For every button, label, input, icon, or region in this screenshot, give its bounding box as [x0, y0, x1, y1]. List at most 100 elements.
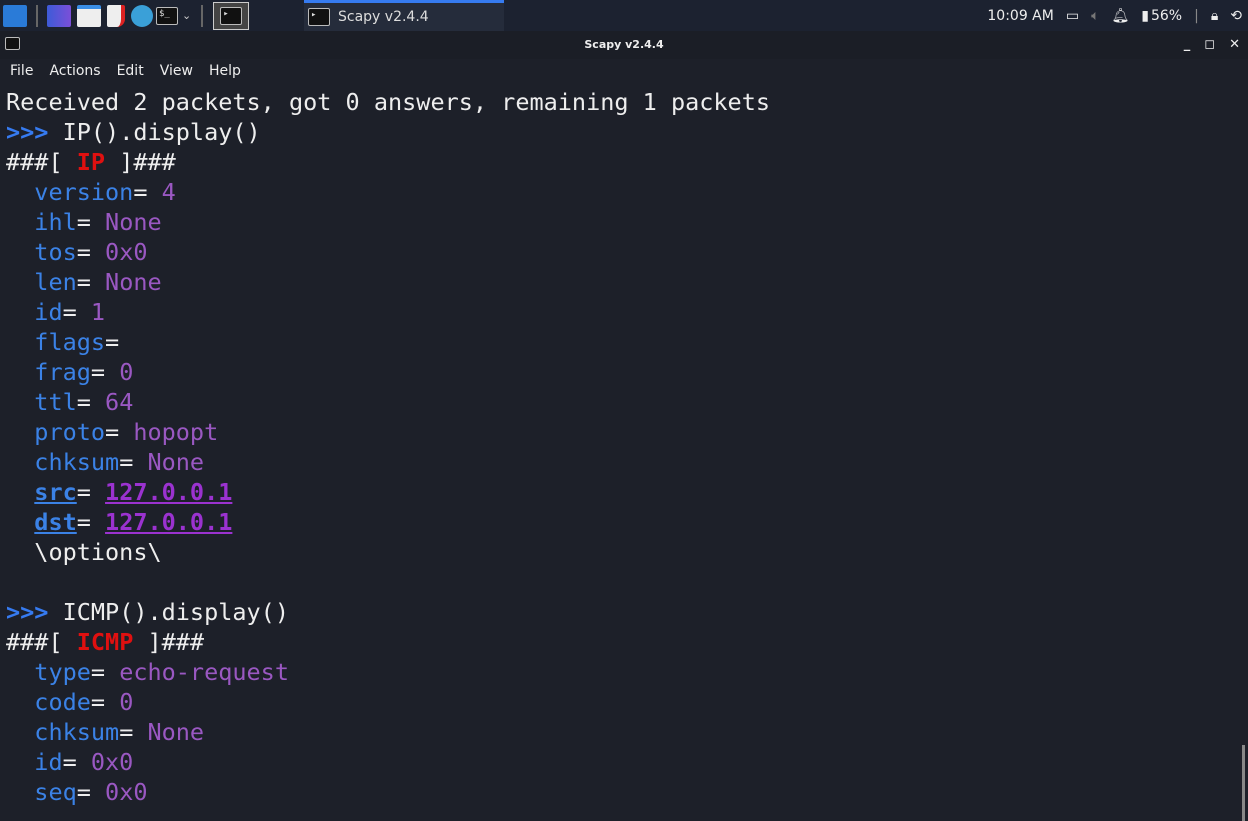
- field-name: type: [34, 658, 91, 686]
- terminal-line: >>> ICMP().display(): [6, 597, 770, 627]
- menu-help[interactable]: Help: [199, 59, 247, 83]
- kali-menu-icon[interactable]: [3, 4, 27, 27]
- text: =: [133, 178, 162, 206]
- browser-icon[interactable]: [131, 4, 153, 27]
- divider: |: [1194, 7, 1199, 24]
- text: =: [90, 658, 120, 686]
- text: [6, 688, 34, 716]
- terminal-line: ###[ ICMP ]###: [6, 627, 770, 657]
- field-name: id: [34, 298, 63, 326]
- terminal-icon: [5, 37, 20, 50]
- field-name: id: [34, 748, 63, 776]
- desktop-icon[interactable]: [47, 4, 71, 27]
- text-editor-icon[interactable]: [107, 4, 125, 27]
- command: IP().display(): [48, 118, 261, 146]
- text: [6, 358, 34, 386]
- field-value: 0: [119, 358, 134, 386]
- text: =: [119, 448, 148, 476]
- terminal-line: id= 0x0: [6, 747, 770, 777]
- status-line: Received 2 packets, got 0 answers, remai…: [6, 88, 771, 116]
- terminal-line: type= echo-request: [6, 657, 770, 687]
- terminal-line: Received 2 packets, got 0 answers, remai…: [6, 87, 770, 117]
- lock-icon[interactable]: 🔒︎: [1211, 8, 1218, 24]
- terminal-line: tos= 0x0: [6, 237, 770, 267]
- field-value: None: [105, 208, 162, 236]
- field-value: echo-request: [119, 658, 289, 686]
- workspace-button[interactable]: ▸: [213, 1, 250, 30]
- terminal-icon: ▸: [220, 6, 243, 25]
- terminal-line: ihl= None: [6, 207, 770, 237]
- terminal-line: ###[ IP ]###: [6, 147, 770, 177]
- display-icon[interactable]: ▭: [1066, 8, 1079, 24]
- text: ]###: [133, 628, 205, 656]
- logout-icon[interactable]: ⟲: [1230, 8, 1242, 24]
- field-value: 127.0.0.1: [105, 508, 233, 536]
- terminal-line: src= 127.0.0.1: [6, 477, 770, 507]
- field-value: None: [105, 268, 162, 296]
- system-tray: 10:09 AM ▭ 🔈︎ 🔔︎ ▮ 56% | 🔒︎ ⟲: [987, 0, 1242, 31]
- text: [6, 658, 34, 686]
- terminal-line: chksum= None: [6, 447, 770, 477]
- field-value: 127.0.0.1: [105, 478, 233, 506]
- field-name: len: [34, 268, 77, 296]
- menu-file[interactable]: File: [0, 59, 39, 83]
- task-label: Scapy v2.4.4: [338, 9, 429, 25]
- field-name: tos: [34, 238, 77, 266]
- field-name: ihl: [34, 208, 77, 236]
- terminal-line: >>> IP().display(): [6, 117, 770, 147]
- terminal-line: code= 0: [6, 687, 770, 717]
- options: \options\: [6, 538, 162, 566]
- clock[interactable]: 10:09 AM: [987, 8, 1053, 24]
- text: ###[: [6, 628, 77, 656]
- prompt: >>>: [6, 598, 49, 626]
- menu-edit[interactable]: Edit: [107, 59, 150, 83]
- field-value: 0x0: [105, 778, 148, 806]
- terminal-line: seq= 0x0: [6, 777, 770, 807]
- text: ###[: [6, 148, 77, 176]
- terminal-line: chksum= None: [6, 717, 770, 747]
- field-name: flags: [34, 328, 106, 356]
- terminal-output[interactable]: Received 2 packets, got 0 answers, remai…: [6, 87, 770, 807]
- terminal-line: id= 1: [6, 297, 770, 327]
- divider: [36, 4, 38, 27]
- text: =: [119, 718, 148, 746]
- close-button[interactable]: ✕: [1229, 31, 1240, 59]
- text: =: [76, 508, 106, 536]
- text: =: [76, 778, 106, 806]
- field-value: 64: [105, 388, 134, 416]
- volume-icon[interactable]: 🔈︎: [1091, 8, 1099, 24]
- text: =: [105, 328, 134, 356]
- battery-icon[interactable]: ▮: [1141, 8, 1149, 24]
- field-value: 4: [161, 178, 176, 206]
- battery-percent: 56%: [1150, 7, 1183, 24]
- file-manager-icon[interactable]: [77, 4, 101, 27]
- field-name: seq: [34, 778, 77, 806]
- chevron-down-icon[interactable]: ⌄: [182, 9, 191, 22]
- terminal-launcher-icon[interactable]: $_: [156, 6, 178, 25]
- text: =: [76, 388, 106, 416]
- text: =: [105, 418, 134, 446]
- terminal-line: dst= 127.0.0.1: [6, 507, 770, 537]
- menu-actions[interactable]: Actions: [39, 59, 106, 83]
- text: [6, 478, 34, 506]
- text: [6, 268, 34, 296]
- prompt: >>>: [6, 118, 49, 146]
- terminal-line: proto= hopopt: [6, 417, 770, 447]
- field-name: version: [34, 178, 134, 206]
- minimize-button[interactable]: _: [1184, 31, 1191, 59]
- maximize-button[interactable]: ◻: [1204, 31, 1215, 59]
- layer-name: ICMP: [76, 628, 134, 656]
- scrollbar[interactable]: [1242, 745, 1245, 821]
- text: =: [62, 298, 91, 326]
- menu-bar: File Actions Edit View Help: [0, 59, 247, 83]
- window-titlebar: Scapy v2.4.4 _ ◻ ✕: [0, 31, 1248, 59]
- field-name: dst: [34, 508, 77, 536]
- task-scapy[interactable]: ▸ Scapy v2.4.4: [304, 0, 504, 31]
- text: [6, 298, 34, 326]
- notification-bell-icon[interactable]: 🔔︎: [1111, 8, 1129, 24]
- terminal-icon: ▸: [308, 8, 330, 26]
- menu-view[interactable]: View: [150, 59, 199, 83]
- text: =: [90, 688, 120, 716]
- text: =: [90, 358, 120, 386]
